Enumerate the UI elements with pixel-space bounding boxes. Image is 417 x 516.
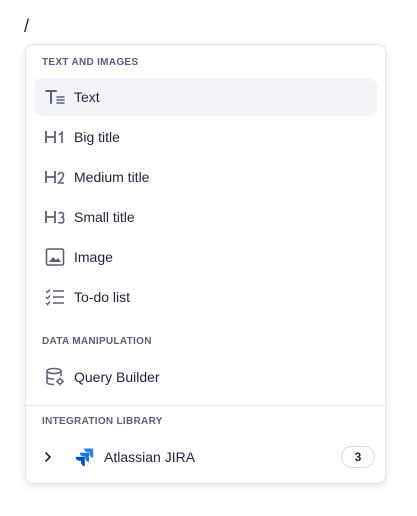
menu-item-small-title[interactable]: Small title <box>34 198 377 236</box>
h3-icon <box>44 206 66 228</box>
integration-item-atlassian-jira[interactable]: Atlassian JIRA 3 <box>34 438 377 476</box>
menu-item-label: Small title <box>74 209 135 225</box>
chevron-right-icon[interactable] <box>40 449 56 465</box>
command-slash: / <box>24 16 30 36</box>
menu-item-todo-list[interactable]: To-do list <box>34 278 377 316</box>
menu-item-medium-title[interactable]: Medium title <box>34 158 377 196</box>
menu-item-image[interactable]: Image <box>34 238 377 276</box>
text-icon <box>44 86 66 108</box>
menu-item-label: Medium title <box>74 169 150 185</box>
jira-logo-icon <box>74 447 94 467</box>
slash-command-menu: TEXT AND IMAGES Text Big title Medium ti… <box>25 44 386 484</box>
count-badge: 3 <box>341 446 375 468</box>
menu-item-label: Text <box>74 89 100 105</box>
integration-item-label: Atlassian JIRA <box>104 449 196 465</box>
section-header-text-and-images: TEXT AND IMAGES <box>42 57 139 68</box>
menu-item-label: Image <box>74 249 113 265</box>
menu-item-big-title[interactable]: Big title <box>34 118 377 156</box>
section-header-data-manipulation: DATA MANIPULATION <box>42 336 152 347</box>
menu-item-query-builder[interactable]: Query Builder <box>34 358 377 396</box>
menu-item-text[interactable]: Text <box>34 78 377 116</box>
menu-item-label: Query Builder <box>74 369 160 385</box>
menu-item-label: To-do list <box>74 289 131 305</box>
image-icon <box>44 246 66 268</box>
h1-icon <box>44 126 66 148</box>
section-divider <box>26 405 385 406</box>
todo-list-icon <box>44 286 66 308</box>
database-gear-icon <box>44 366 66 388</box>
menu-item-label: Big title <box>74 129 120 145</box>
h2-icon <box>44 166 66 188</box>
section-header-integration-library: INTEGRATION LIBRARY <box>42 416 163 427</box>
